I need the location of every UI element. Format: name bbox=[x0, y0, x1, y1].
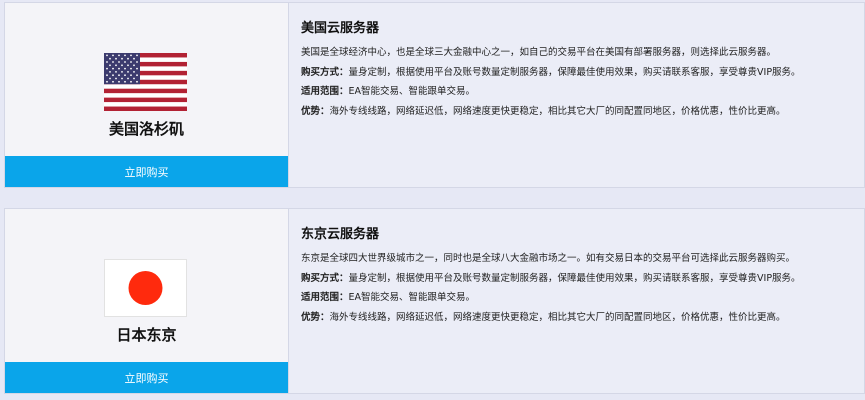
product-card-japan: 日本东京 立即购买 东京云服务器 东京是全球四大世界级城市之一，同时也是全球八大… bbox=[4, 208, 865, 394]
city-name: 日本东京 bbox=[116, 326, 177, 344]
buy-now-button[interactable]: 立即购买 bbox=[5, 362, 288, 393]
scope-label: 适用范围： bbox=[301, 86, 349, 97]
scope-line: 适用范围：EA智能交易、智能跟单交易。 bbox=[301, 82, 861, 102]
advantage-text: 海外专线线路，网络延迟低，网络速度更快更稳定，相比其它大厂的同配置同地区，价格优… bbox=[329, 311, 786, 323]
buy-now-button[interactable]: 立即购买 bbox=[5, 156, 288, 187]
scope-label: 适用范围： bbox=[301, 292, 349, 303]
purchase-text: 量身定制，根据使用平台及账号数量定制服务器，保障最佳使用效果，购买请联系客服，享… bbox=[348, 272, 801, 284]
scope-text: EA智能交易、智能跟单交易。 bbox=[348, 292, 476, 303]
purchase-label: 购买方式： bbox=[301, 272, 349, 284]
card-left-panel: 日本东京 立即购买 bbox=[5, 209, 289, 393]
product-title: 美国云服务器 bbox=[301, 21, 380, 36]
us-flag-icon bbox=[104, 53, 187, 111]
card-details: 东京云服务器 东京是全球四大世界级城市之一，同时也是全球八大金融市场之一。如有交… bbox=[301, 223, 861, 327]
advantage-text: 海外专线线路，网络延迟低，网络速度更快更稳定，相比其它大厂的同配置同地区，价格优… bbox=[329, 105, 786, 117]
product-description: 东京是全球四大世界级城市之一，同时也是全球八大金融市场之一。如有交易日本的交易平… bbox=[301, 253, 796, 264]
advantage-label: 优势： bbox=[301, 105, 330, 117]
product-title: 东京云服务器 bbox=[301, 227, 380, 242]
advantage-line: 优势：海外专线线路，网络延迟低，网络速度更快更稳定，相比其它大厂的同配置同地区，… bbox=[301, 308, 861, 328]
advantage-line: 优势：海外专线线路，网络延迟低，网络速度更快更稳定，相比其它大厂的同配置同地区，… bbox=[301, 102, 861, 122]
purchase-text: 量身定制，根据使用平台及账号数量定制服务器，保障最佳使用效果，购买请联系客服，享… bbox=[348, 66, 801, 78]
scope-line: 适用范围：EA智能交易、智能跟单交易。 bbox=[301, 288, 861, 308]
purchase-label: 购买方式： bbox=[301, 66, 349, 78]
purchase-method-line: 购买方式：量身定制，根据使用平台及账号数量定制服务器，保障最佳使用效果，购买请联… bbox=[301, 63, 861, 83]
scope-text: EA智能交易、智能跟单交易。 bbox=[348, 86, 476, 97]
card-details: 美国云服务器 美国是全球经济中心，也是全球三大金融中心之一，如自己的交易平台在美… bbox=[301, 17, 861, 121]
city-name: 美国洛杉矶 bbox=[108, 120, 184, 138]
japan-flag-icon bbox=[104, 259, 187, 317]
advantage-label: 优势： bbox=[301, 311, 330, 323]
purchase-method-line: 购买方式：量身定制，根据使用平台及账号数量定制服务器，保障最佳使用效果，购买请联… bbox=[301, 269, 861, 289]
card-left-panel: 美国洛杉矶 立即购买 bbox=[5, 3, 289, 187]
product-card-usa: 美国洛杉矶 立即购买 美国云服务器 美国是全球经济中心，也是全球三大金融中心之一… bbox=[4, 2, 865, 188]
product-description: 美国是全球经济中心，也是全球三大金融中心之一，如自己的交易平台在美国有部署服务器… bbox=[301, 47, 777, 58]
